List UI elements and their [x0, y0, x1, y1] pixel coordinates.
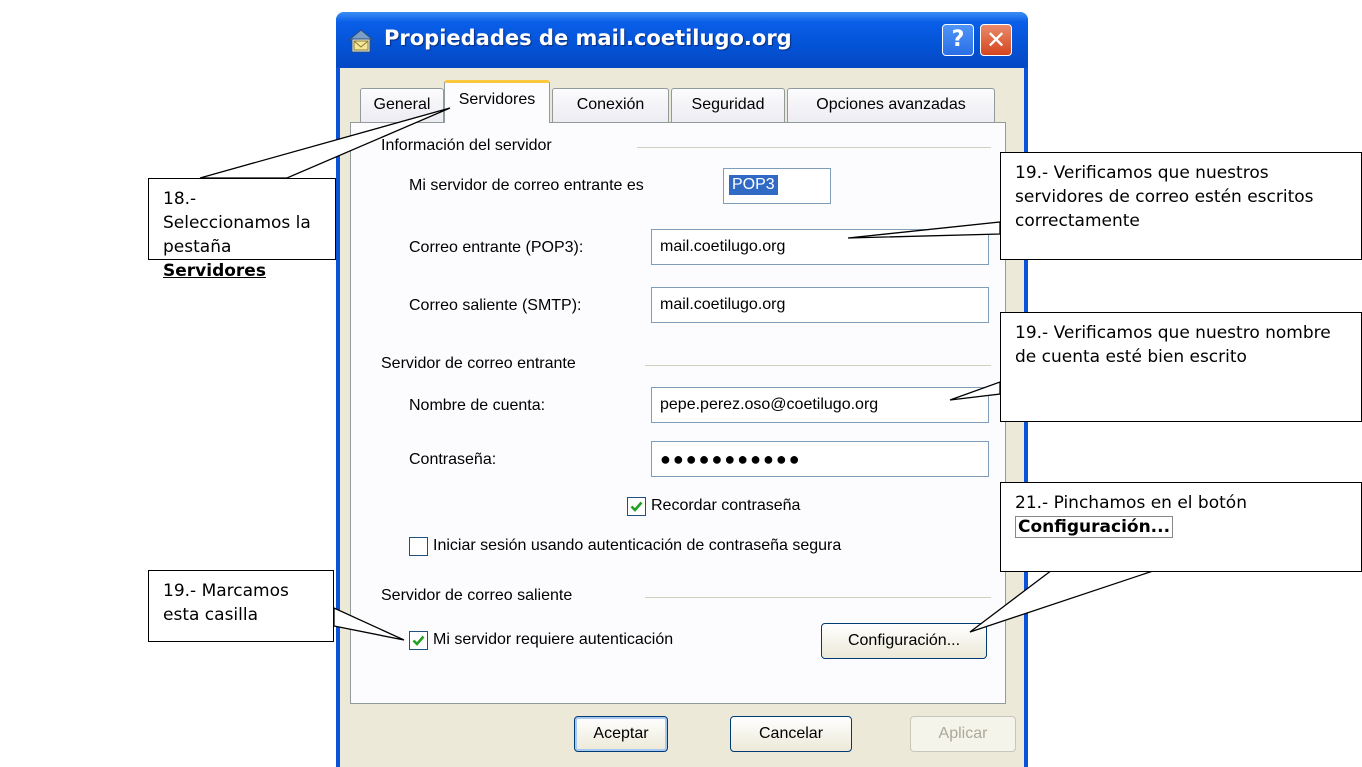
callout-19-account: 19.- Verificamos que nuestro nombre de c…: [1000, 312, 1362, 422]
callout-19-servers: 19.- Verificamos que nuestros servidores…: [1000, 152, 1362, 260]
callout-18-text: 18.- Seleccionamos la pestaña: [163, 189, 311, 257]
callout-21-text: 21.- Pinchamos en el botón: [1015, 493, 1247, 513]
callout-21-bold: Configuración...: [1015, 516, 1174, 538]
callout-19-account-text: 19.- Verificamos que nuestro nombre de c…: [1015, 323, 1331, 367]
callout-19-checkbox-text: 19.- Marcamos esta casilla: [163, 581, 289, 625]
callout-18: 18.- Seleccionamos la pestaña Servidores: [148, 178, 336, 281]
callout-19-servers-text: 19.- Verificamos que nuestros servidores…: [1015, 163, 1314, 231]
callout-19-checkbox: 19.- Marcamos esta casilla: [148, 570, 334, 642]
callout-18-bold: Servidores: [163, 261, 266, 281]
callout-21: 21.- Pinchamos en el botón Configuración…: [1000, 482, 1362, 572]
